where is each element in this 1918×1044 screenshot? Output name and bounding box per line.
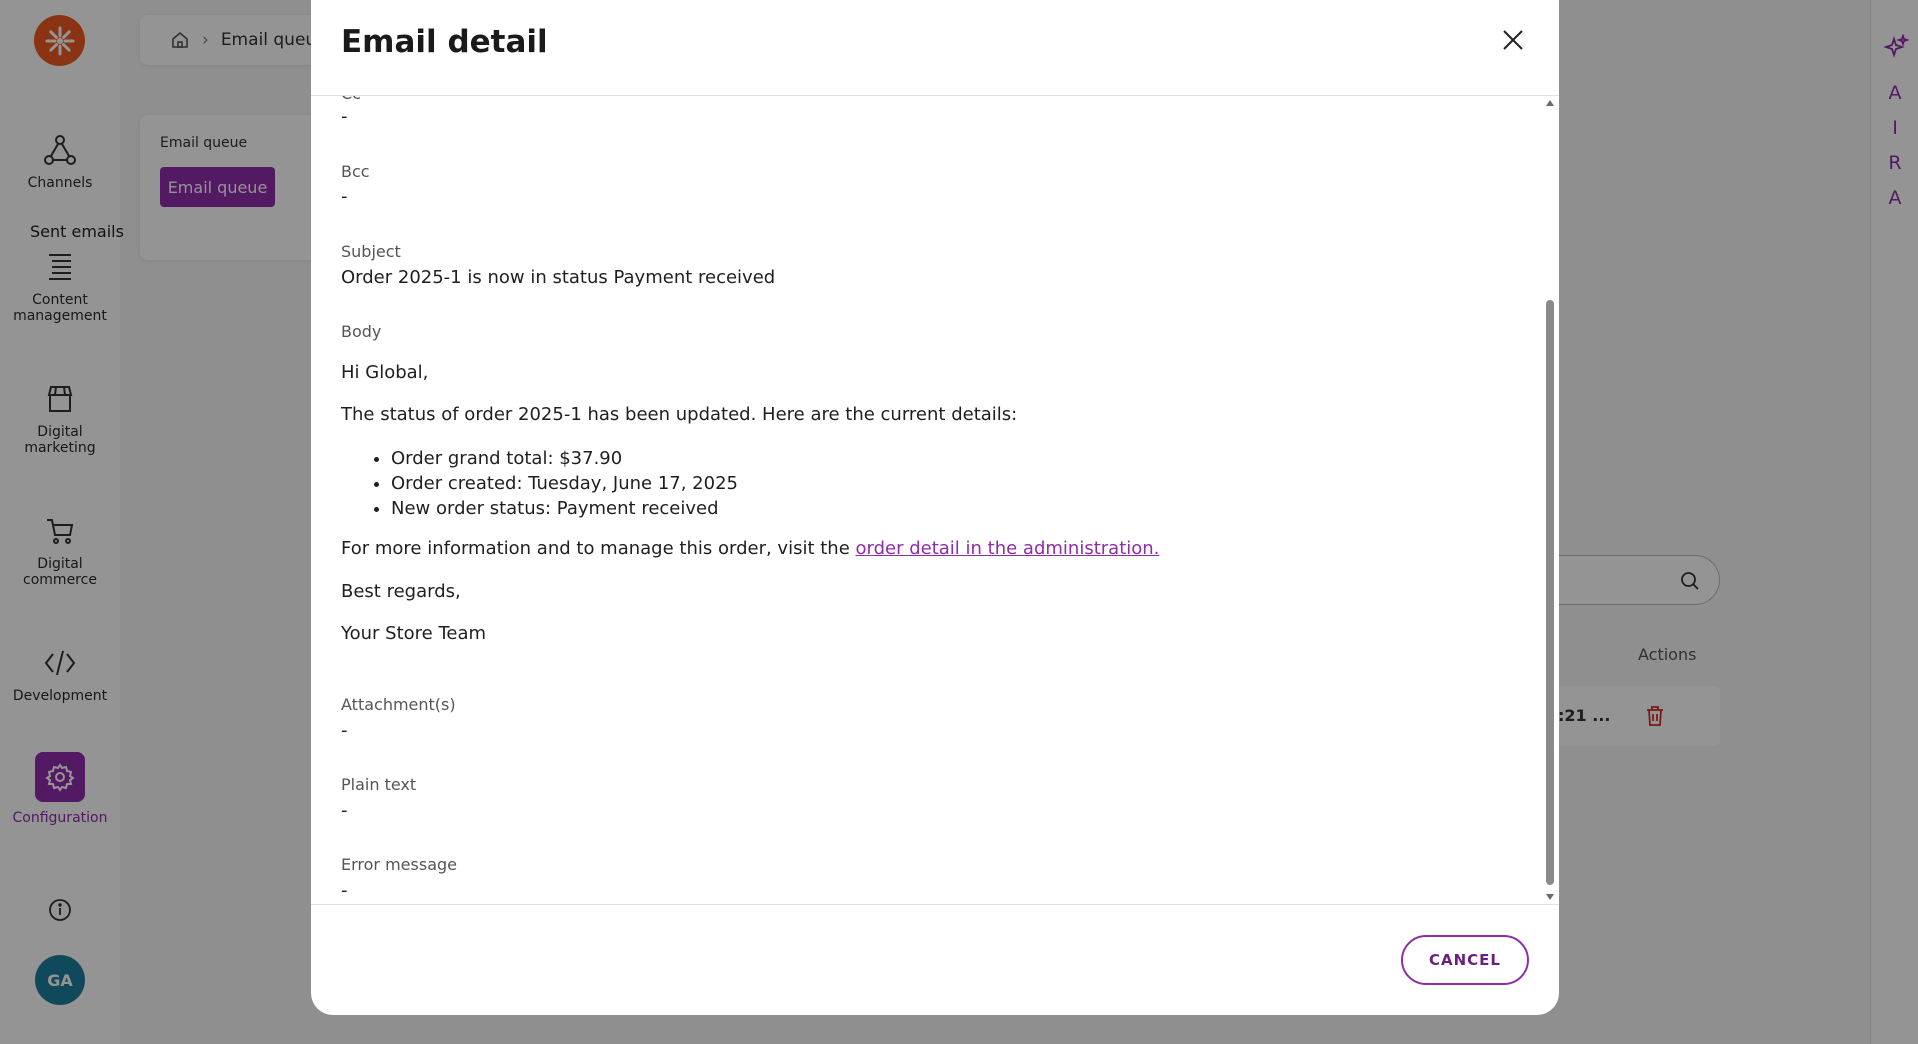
bcc-label: Bcc (341, 162, 370, 181)
scroll-down-arrow[interactable] (1546, 894, 1554, 900)
email-signature: Your Store Team (341, 623, 487, 644)
error-message-value: - (341, 880, 348, 901)
scroll-up-arrow[interactable] (1546, 100, 1554, 106)
divider (311, 904, 1559, 905)
email-detail-dialog: Email detail Cc - Bcc - Subject Order 20… (311, 0, 1559, 1015)
bcc-value: - (341, 186, 348, 207)
close-button[interactable] (1501, 28, 1525, 56)
order-detail-link[interactable]: order detail in the administration. (856, 538, 1160, 559)
email-closing: Best regards, (341, 581, 461, 602)
cc-value: - (341, 106, 348, 127)
dialog-body: Cc - Bcc - Subject Order 2025-1 is now i… (311, 96, 1559, 904)
dialog-title: Email detail (341, 24, 548, 60)
order-details-list: Order grand total: $37.90 Order created:… (391, 446, 738, 521)
list-item: Order grand total: $37.90 (391, 446, 738, 471)
more-info-text: For more information and to manage this … (341, 538, 856, 559)
attachments-value: - (341, 720, 348, 741)
plaintext-value: - (341, 800, 348, 821)
cc-label-cut: Cc (341, 96, 361, 103)
list-item: New order status: Payment received (391, 496, 738, 521)
close-icon (1503, 30, 1523, 50)
subject-label: Subject (341, 242, 401, 261)
email-more-info: For more information and to manage this … (341, 538, 1159, 559)
email-intro: The status of order 2025-1 has been upda… (341, 404, 1018, 425)
subject-value: Order 2025-1 is now in status Payment re… (341, 267, 776, 288)
cancel-button[interactable]: CANCEL (1401, 935, 1529, 985)
email-greeting: Hi Global, (341, 362, 429, 383)
body-label: Body (341, 322, 382, 341)
list-item: Order created: Tuesday, June 17, 2025 (391, 471, 738, 496)
plaintext-label: Plain text (341, 775, 417, 794)
error-message-label: Error message (341, 855, 457, 874)
scroll-thumb[interactable] (1546, 300, 1554, 885)
attachments-label: Attachment(s) (341, 695, 456, 714)
dialog-scrollbar[interactable] (1543, 96, 1557, 904)
